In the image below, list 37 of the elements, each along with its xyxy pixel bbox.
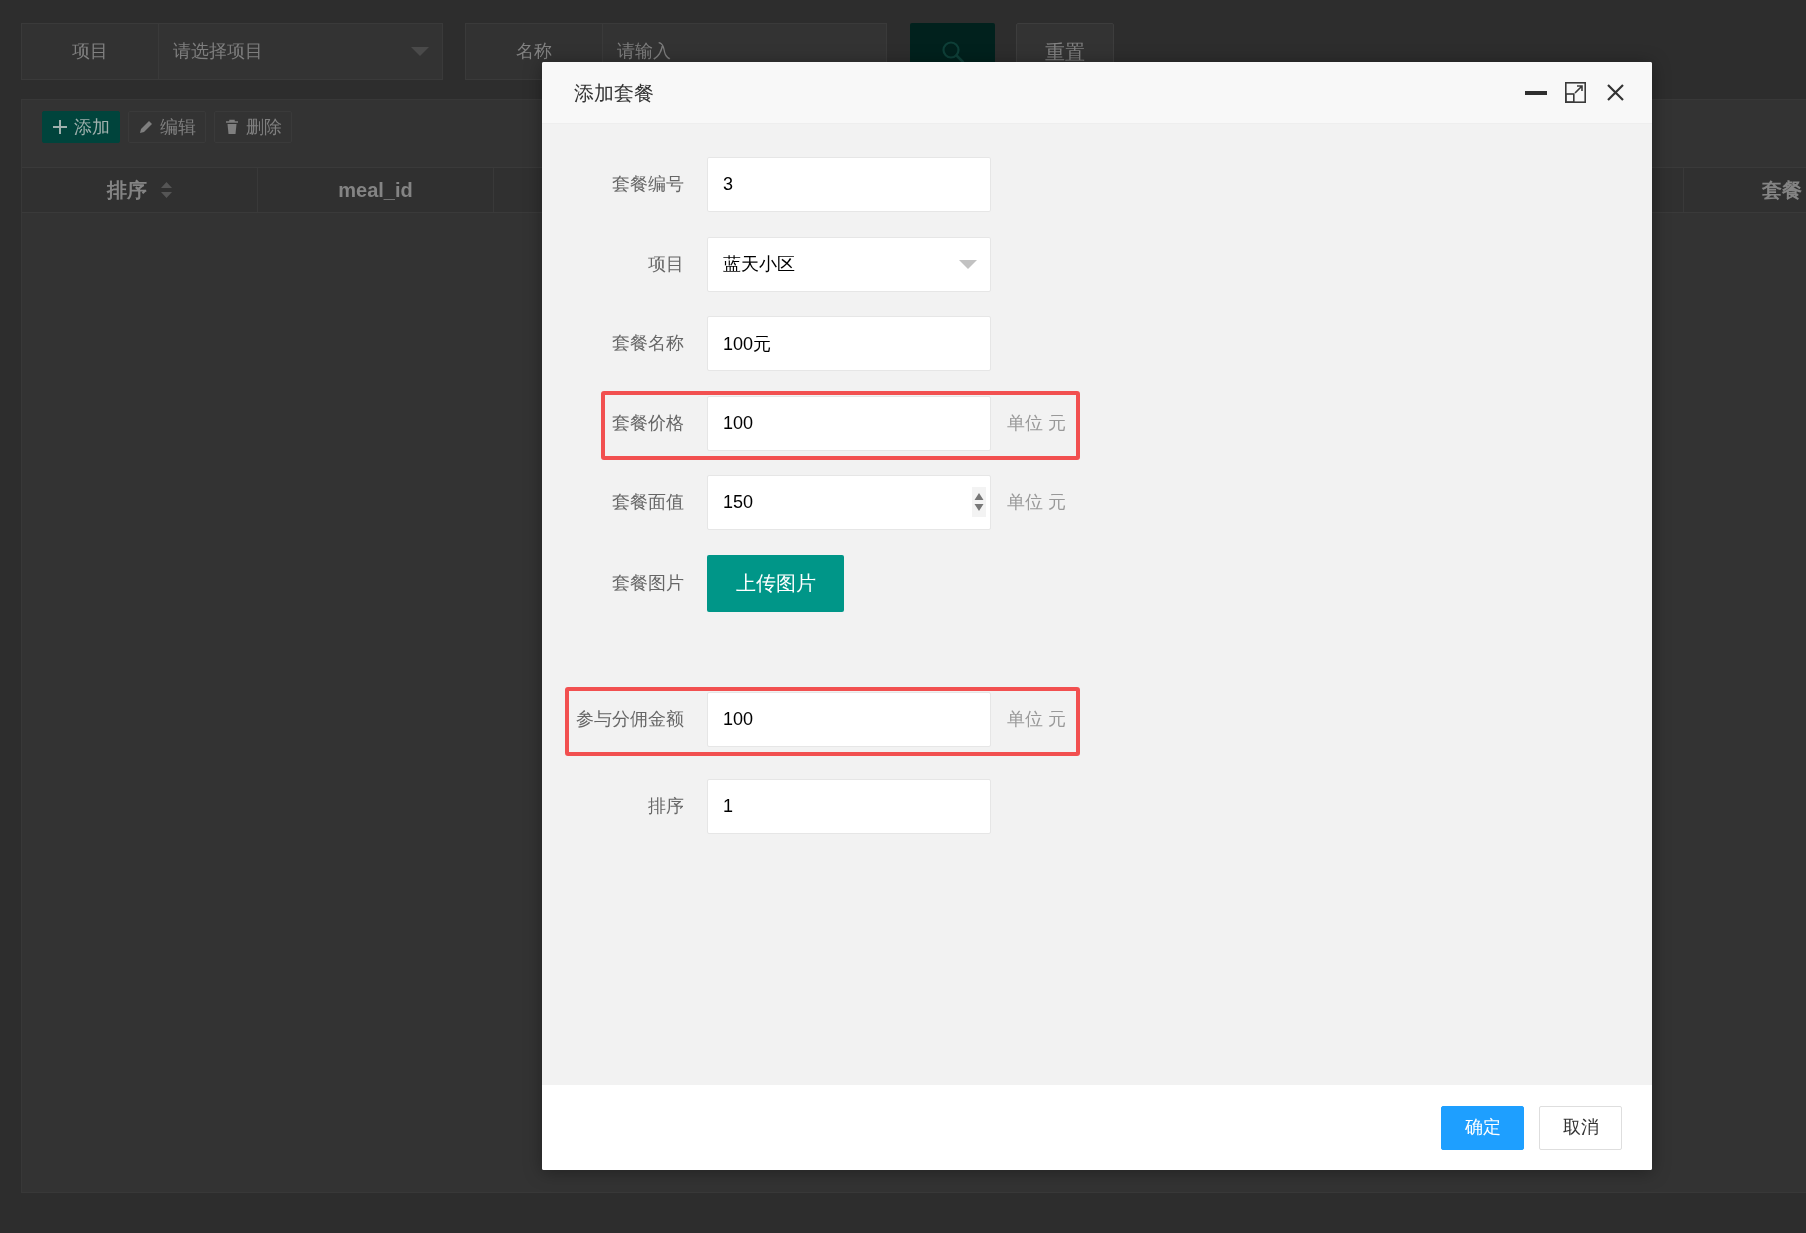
field-label: 项目: [648, 253, 684, 274]
field-label: 套餐名称: [612, 333, 684, 353]
field-label: 套餐图片: [612, 572, 684, 593]
upload-button[interactable]: 上传图片: [707, 554, 844, 612]
input-field[interactable]: 100: [707, 395, 991, 451]
field-label: 套餐面值: [612, 492, 684, 512]
input-field[interactable]: 100: [707, 691, 991, 747]
column-title: 排序: [107, 178, 147, 203]
input-field[interactable]: 3: [707, 157, 991, 212]
search-icon: [940, 39, 965, 64]
pencil-icon: [138, 119, 154, 135]
field-label: 排序: [648, 795, 684, 816]
minimize-icon[interactable]: [1525, 90, 1547, 95]
caret-icon: [959, 259, 977, 269]
maximize-icon[interactable]: [1565, 82, 1586, 103]
field-label: 套餐编号: [612, 174, 684, 194]
add-button[interactable]: 添加: [42, 111, 120, 143]
field-label: 参与分佣金额: [576, 708, 684, 729]
close-icon[interactable]: [1607, 84, 1624, 101]
cancel-button[interactable]: 取消: [1539, 1105, 1622, 1150]
spinner-arrows-icon[interactable]: [972, 487, 986, 517]
trash-icon: [224, 119, 240, 135]
unit-label: 单位 元: [1007, 411, 1066, 435]
dialog-title: 添加套餐: [574, 80, 654, 106]
unit-label: 单位 元: [1007, 491, 1066, 514]
column-title: meal_id: [338, 178, 413, 203]
input-field[interactable]: 1: [707, 778, 991, 834]
unit-label: 单位 元: [1007, 707, 1066, 731]
select-field[interactable]: 请选择项目: [159, 23, 443, 80]
number-field[interactable]: 150: [707, 475, 991, 530]
select-field[interactable]: 蓝天小区: [707, 236, 991, 292]
input-field[interactable]: 100元: [707, 316, 991, 371]
column-title: 套餐: [1762, 178, 1802, 203]
filter-label: 项目: [72, 40, 108, 63]
field-label: 套餐价格: [612, 412, 684, 433]
filter-label: 名称: [516, 40, 552, 63]
plus-icon: [52, 119, 68, 135]
